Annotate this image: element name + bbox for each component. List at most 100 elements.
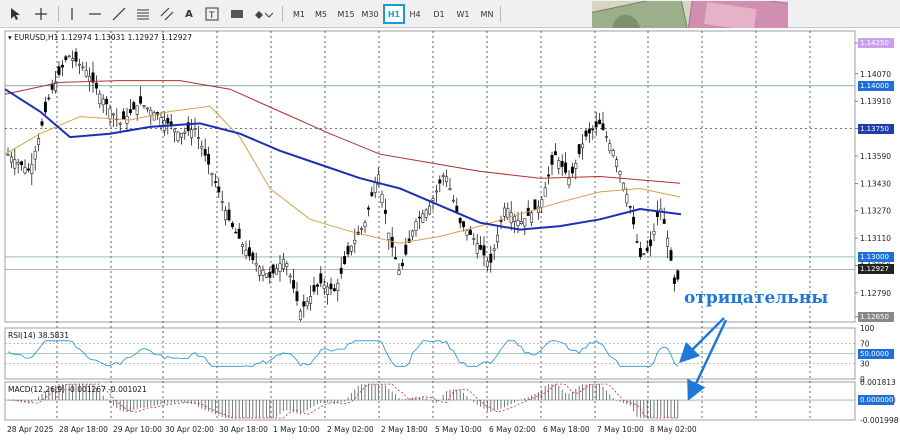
price-axis-label: 1.12790 — [860, 289, 891, 298]
time-axis-label: 2 May 02:00 — [327, 425, 374, 434]
time-axis-label: 2 May 18:00 — [381, 425, 428, 434]
toolbar-separator — [282, 6, 283, 22]
symbol-info: ▾ EURUSD,H1 1.12974 1.13031 1.12927 1.12… — [8, 33, 192, 42]
candle-body — [288, 275, 292, 278]
text-label-icon[interactable]: T — [204, 5, 220, 23]
candle-body — [482, 245, 486, 256]
time-axis-label: 28 Apr 18:00 — [59, 425, 108, 434]
cursor-icon[interactable] — [6, 5, 24, 23]
trendline-icon[interactable] — [110, 5, 128, 23]
vertical-line-icon[interactable] — [64, 5, 80, 23]
candle-body — [424, 209, 428, 218]
candle-body — [261, 270, 265, 276]
candle-body — [496, 234, 500, 243]
candle-body — [513, 216, 517, 222]
candle-body — [421, 213, 425, 223]
channel-icon[interactable] — [158, 5, 176, 23]
candle-body — [145, 107, 149, 110]
candle-body — [43, 101, 47, 113]
candle-body — [224, 210, 228, 221]
timeframe-m15[interactable]: M15 — [336, 6, 356, 22]
candle-body — [441, 175, 445, 177]
candle-body — [343, 256, 347, 265]
candle-body — [414, 221, 418, 231]
candle-body — [628, 206, 632, 208]
candle-body — [118, 122, 122, 125]
timeframe-h1[interactable]: H1 — [383, 4, 405, 24]
candle-body — [139, 96, 143, 104]
candle-body — [638, 247, 642, 257]
candle-body — [584, 130, 588, 137]
timeframe-m1[interactable]: M1 — [290, 6, 308, 22]
timeframe-mn[interactable]: MN — [478, 6, 496, 22]
timeframe-m30[interactable]: M30 — [360, 6, 380, 22]
candle-body — [543, 187, 547, 197]
candle-body — [428, 205, 432, 215]
candle-body — [567, 177, 571, 186]
candle-body — [312, 285, 316, 292]
main-pane — [4, 30, 856, 323]
candle-body — [302, 301, 306, 307]
candle-body — [135, 105, 139, 115]
candle-body — [179, 132, 183, 138]
candle-body — [557, 160, 561, 169]
candle-body — [591, 128, 595, 131]
toolbar-separator — [58, 6, 59, 22]
candle-body — [247, 247, 251, 257]
candle-body — [57, 66, 61, 75]
candle-body — [655, 211, 659, 217]
candle-body — [336, 282, 340, 291]
candle-body — [196, 137, 200, 139]
candle-body — [227, 209, 231, 221]
candle-body — [292, 280, 296, 289]
price-tag-1-13750: 1.13750 — [858, 123, 894, 134]
candle-body — [516, 220, 520, 227]
candle-body — [438, 179, 442, 184]
macd-info: MACD(12,26,9) -0.001267 -0.001021 — [8, 385, 147, 394]
fibonacci-icon[interactable] — [134, 5, 152, 23]
candle-body — [394, 257, 398, 260]
candle-body — [380, 193, 384, 203]
candle-body — [475, 243, 479, 254]
candle-body — [587, 128, 591, 134]
time-axis-label: 6 May 02:00 — [489, 425, 536, 434]
candle-body — [264, 273, 268, 278]
macd-axis-label: -0.001998 — [860, 416, 899, 425]
timeframe-d1[interactable]: D1 — [430, 6, 448, 22]
timeframe-m5[interactable]: M5 — [312, 6, 330, 22]
candle-body — [23, 167, 27, 174]
candle-body — [122, 111, 126, 120]
candle-body — [370, 192, 374, 197]
rectangle-icon[interactable] — [228, 5, 246, 23]
candle-body — [309, 296, 313, 304]
rsi-axis-label: 70 — [860, 339, 870, 348]
candle-body — [462, 221, 466, 228]
annotation-text: отрицательны — [684, 288, 829, 308]
candle-body — [492, 248, 496, 251]
candle-body — [298, 310, 302, 320]
candle-body — [400, 262, 404, 267]
price-axis-label: 1.13590 — [860, 152, 891, 161]
candle-body — [564, 162, 568, 173]
price-tag-1-12650: 1.12650 — [858, 311, 894, 322]
price-chart[interactable]: 28 Apr 2025 28 Apr 18:00 29 Apr 10:00 30 Ap… — [0, 28, 900, 443]
timeframe-h4[interactable]: H4 — [406, 6, 424, 22]
candle-body — [251, 252, 255, 261]
candle-body — [618, 171, 622, 175]
candle-body — [322, 284, 326, 289]
timeframe-w1[interactable]: W1 — [454, 6, 472, 22]
candle-body — [84, 70, 88, 77]
candle-body — [166, 118, 170, 124]
candle-body — [40, 121, 44, 126]
candle-body — [434, 190, 438, 193]
shapes-icon[interactable] — [252, 5, 274, 23]
candle-body — [108, 108, 112, 120]
candle-body — [6, 153, 10, 156]
candle-body — [553, 151, 557, 156]
text-icon[interactable]: A — [182, 5, 196, 23]
crosshair-icon[interactable] — [32, 5, 50, 23]
candle-body — [506, 208, 510, 218]
candle-body — [509, 212, 513, 224]
candle-body — [60, 64, 64, 68]
horizontal-line-icon[interactable] — [86, 5, 104, 23]
